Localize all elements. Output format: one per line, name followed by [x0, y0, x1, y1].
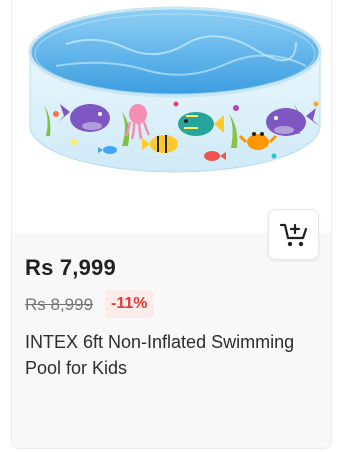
swimming-pool-image: [28, 6, 322, 173]
product-price: Rs 7,999: [25, 255, 116, 280]
original-price: Rs 8,999: [25, 295, 94, 314]
add-to-cart-button[interactable]: [268, 209, 319, 260]
product-title[interactable]: INTEX 6ft Non-Inflated Swimming Pool for…: [25, 329, 323, 381]
product-card[interactable]: Rs 7,999 Rs 8,999 -11% INTEX 6ft Non-Inf…: [11, 0, 332, 449]
product-image-area[interactable]: [12, 0, 331, 233]
discount-badge: -11%: [105, 290, 154, 318]
add-to-cart-icon: [279, 223, 307, 246]
